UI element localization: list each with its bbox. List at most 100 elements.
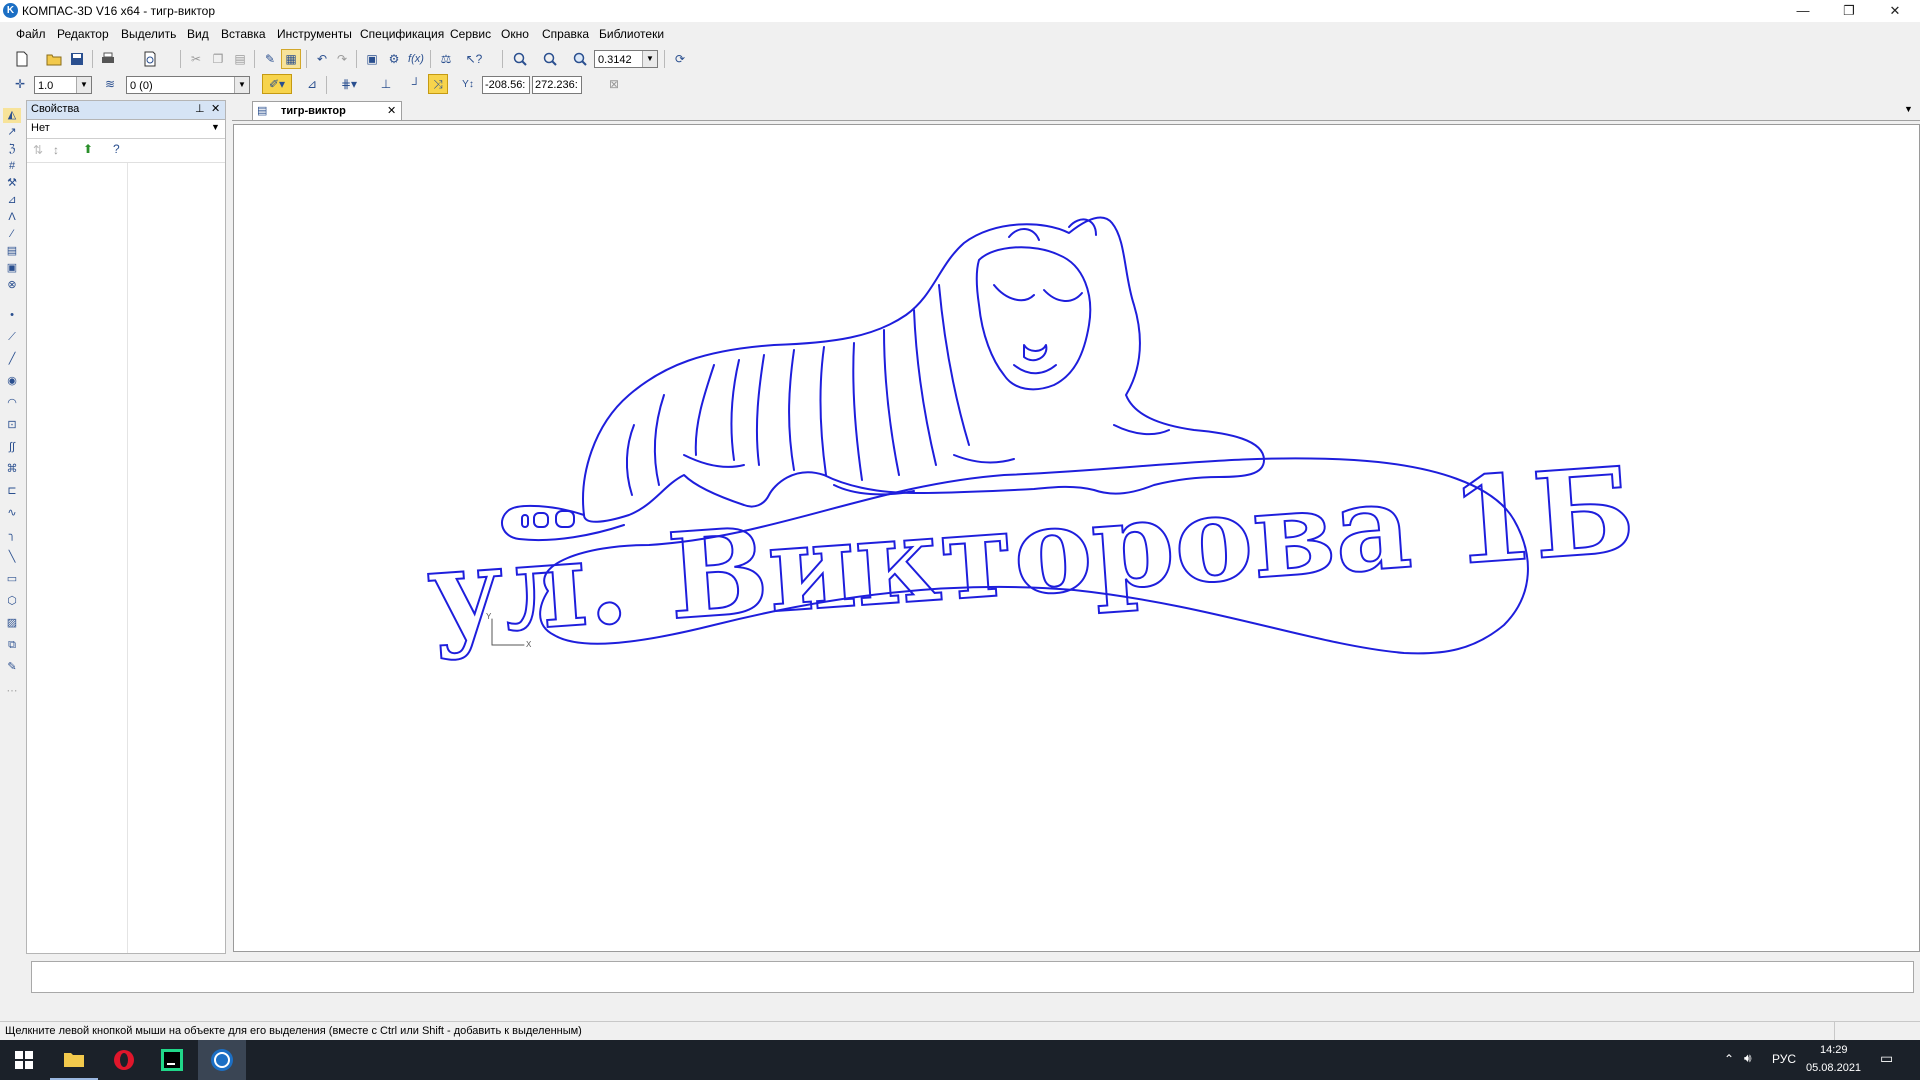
copy-icon[interactable]: ❐: [208, 49, 228, 69]
grid-icon[interactable]: ⋕▾: [334, 74, 364, 94]
reports-group-icon[interactable]: ▣: [3, 261, 21, 276]
menu-view[interactable]: Вид: [187, 27, 209, 41]
fillet-icon[interactable]: ╮: [3, 528, 21, 543]
selection-group-icon[interactable]: Λ: [3, 210, 21, 225]
minimize-button[interactable]: —: [1780, 0, 1826, 22]
notifications-icon[interactable]: ▭: [1880, 1050, 1893, 1067]
associative-views-icon[interactable]: ⁄: [3, 227, 21, 242]
orthogonal-icon[interactable]: ⊿: [302, 74, 322, 94]
drawing-canvas[interactable]: ул. Викторова 1Б Y X: [233, 124, 1920, 952]
sort-alpha-icon[interactable]: ↕: [53, 143, 59, 157]
menu-file[interactable]: Файл: [16, 27, 46, 41]
undo-icon[interactable]: ↶: [312, 49, 332, 69]
close-button[interactable]: ✕: [1872, 0, 1918, 22]
new-document-icon[interactable]: [12, 49, 32, 69]
contour-icon[interactable]: ⧉: [3, 638, 21, 653]
cursor-step-select[interactable]: 1.0 ▼: [34, 76, 92, 94]
clock-time[interactable]: 14:29: [1820, 1044, 1848, 1056]
menu-editor[interactable]: Редактор: [57, 27, 109, 41]
menu-specification[interactable]: Спецификация: [360, 27, 444, 41]
menu-service[interactable]: Сервис: [450, 27, 491, 41]
zoom-scale-select[interactable]: 0.3142 ▼: [594, 50, 658, 68]
segment-icon[interactable]: ╱: [3, 352, 21, 367]
cut-icon[interactable]: ✂: [186, 49, 206, 69]
close-icon[interactable]: ✕: [211, 102, 220, 115]
chevron-down-icon[interactable]: ▼: [642, 51, 657, 67]
parametrization-icon[interactable]: ⚒: [3, 176, 21, 191]
function-fx-icon[interactable]: f(x): [406, 49, 426, 69]
menu-tools[interactable]: Инструменты: [277, 27, 352, 41]
layers-icon[interactable]: ≋: [100, 74, 120, 94]
windows-start-icon[interactable]: [0, 1040, 48, 1080]
step-cursor-icon[interactable]: ✛: [10, 74, 30, 94]
ortho-mode-icon[interactable]: ┘: [406, 74, 426, 94]
hatch-icon[interactable]: ▨: [3, 616, 21, 631]
help-icon[interactable]: ?: [113, 142, 120, 156]
open-folder-icon[interactable]: [44, 49, 64, 69]
file-explorer-icon[interactable]: [50, 1040, 98, 1080]
spline-icon[interactable]: ⌘: [3, 462, 21, 477]
restore-button[interactable]: ❐: [1826, 0, 1872, 22]
menu-window[interactable]: Окно: [501, 27, 529, 41]
zoom-window-icon[interactable]: [510, 49, 530, 69]
pin-icon[interactable]: ⊥: [195, 102, 205, 115]
auxiliary-line-icon[interactable]: ⟋: [3, 330, 21, 345]
tabs-dropdown-icon[interactable]: ▼: [1904, 104, 1913, 114]
document-tab[interactable]: ▤ тигр-виктор ✕: [252, 101, 402, 120]
specification-group-icon[interactable]: ▤: [3, 244, 21, 259]
symbols-group-icon[interactable]: ℨ: [3, 142, 21, 157]
object-type-select[interactable]: Нет ▼: [27, 120, 225, 139]
clock-date[interactable]: 05.08.2021: [1806, 1062, 1861, 1074]
kompas-3d-taskbar-icon[interactable]: [198, 1040, 246, 1080]
zoom-in-icon[interactable]: [570, 49, 590, 69]
chevron-down-icon[interactable]: ▼: [234, 77, 249, 93]
rectangle-icon[interactable]: ▭: [3, 572, 21, 587]
save-icon[interactable]: [67, 49, 87, 69]
zoom-fit-icon[interactable]: [540, 49, 560, 69]
chamfer-icon[interactable]: ╲: [3, 550, 21, 565]
opera-browser-icon[interactable]: [100, 1040, 148, 1080]
bezier-icon[interactable]: ∫∫: [3, 440, 21, 455]
local-cs-icon[interactable]: ⊥: [376, 74, 396, 94]
redo-icon[interactable]: ↷: [332, 49, 352, 69]
properties-strip[interactable]: [31, 961, 1914, 993]
insert-group-icon[interactable]: ⊗: [3, 278, 21, 293]
arc-icon[interactable]: ◠: [3, 396, 21, 411]
coord-x-field[interactable]: -208.56:: [482, 76, 530, 94]
paste-icon[interactable]: ▤: [230, 49, 250, 69]
refresh-view-icon[interactable]: ⟳: [670, 49, 690, 69]
coord-y-field[interactable]: 272.236:: [532, 76, 582, 94]
properties-brush-icon[interactable]: ✎: [260, 49, 280, 69]
measure-icon[interactable]: ⚖: [436, 49, 456, 69]
geometry-group-icon[interactable]: ◭: [3, 108, 21, 123]
tray-expand-icon[interactable]: ⌃: [1724, 1052, 1734, 1066]
polyline-icon[interactable]: ⊏: [3, 484, 21, 499]
measure-group-icon[interactable]: ⊿: [3, 193, 21, 208]
line-style-icon[interactable]: ✐▾: [262, 74, 292, 94]
circle-icon[interactable]: ◉: [3, 374, 21, 389]
print-preview-icon[interactable]: [140, 49, 160, 69]
edit-group-icon[interactable]: #: [3, 159, 21, 174]
volume-icon[interactable]: 🔊︎: [1744, 1051, 1752, 1066]
library-manager-icon[interactable]: ▣: [362, 49, 382, 69]
ellipse-icon[interactable]: ⊡: [3, 418, 21, 433]
tab-close-icon[interactable]: ✕: [387, 104, 396, 117]
menu-select[interactable]: Выделить: [121, 27, 176, 41]
chevron-down-icon[interactable]: ▼: [76, 77, 91, 93]
point-icon[interactable]: •: [3, 308, 21, 323]
help-pointer-icon[interactable]: ↖?: [464, 49, 484, 69]
print-icon[interactable]: [98, 49, 118, 69]
menu-libraries[interactable]: Библиотеки: [599, 27, 664, 41]
pycharm-icon[interactable]: [148, 1040, 196, 1080]
variables-icon[interactable]: ⚙: [384, 49, 404, 69]
fill-icon[interactable]: ✎: [3, 660, 21, 675]
nurbs-icon[interactable]: ∿: [3, 506, 21, 521]
sort-categorized-icon[interactable]: ⇅: [33, 143, 43, 157]
current-layer-select[interactable]: 0 (0) ▼: [126, 76, 250, 94]
apply-style-icon[interactable]: ⬆: [83, 142, 93, 156]
language-indicator[interactable]: РУС: [1772, 1052, 1796, 1066]
manager-icon[interactable]: ▦: [281, 49, 301, 69]
polygon-icon[interactable]: ⬡: [3, 594, 21, 609]
menu-help[interactable]: Справка: [542, 27, 589, 41]
chevron-down-icon[interactable]: ▼: [211, 122, 220, 132]
